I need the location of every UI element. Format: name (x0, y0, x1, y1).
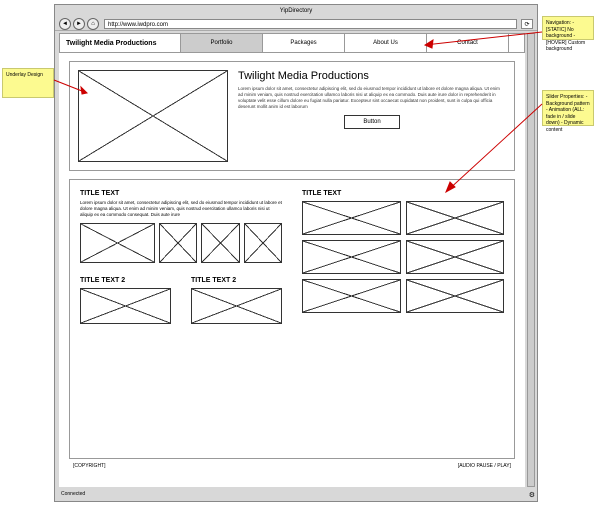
arrow-annotation (440, 100, 550, 200)
url-input[interactable]: http://www.iwdpro.com (104, 19, 517, 29)
arrow-annotation (420, 30, 550, 60)
section-title: TITLE TEXT (80, 190, 282, 197)
forward-icon[interactable]: ► (73, 18, 85, 30)
image-placeholder (302, 279, 401, 313)
image-placeholder (302, 201, 401, 235)
browser-window: YipDirectory ◄ ► ⌂ http://www.iwdpro.com… (54, 4, 538, 502)
window-title: YipDirectory (55, 5, 537, 17)
hero-title: Twilight Media Productions (238, 70, 506, 82)
image-placeholder (244, 223, 282, 263)
status-bar: Connected (59, 489, 533, 499)
left-column: TITLE TEXT Lorem ipsum dolor sit amet, c… (80, 190, 282, 448)
image-placeholder (159, 223, 197, 263)
browser-toolbar: ◄ ► ⌂ http://www.iwdpro.com ⟳ (55, 17, 537, 31)
content-area: TITLE TEXT Lorem ipsum dolor sit amet, c… (69, 179, 515, 459)
gear-icon[interactable]: ⚙ (529, 491, 535, 499)
image-placeholder (191, 288, 282, 324)
image-placeholder (302, 240, 401, 274)
section-title: TITLE TEXT 2 (191, 277, 282, 284)
back-icon[interactable]: ◄ (59, 18, 71, 30)
hero-image-placeholder (78, 70, 228, 162)
hero-button[interactable]: Button (344, 115, 399, 129)
nav-about[interactable]: About Us (344, 34, 426, 52)
image-placeholder (406, 279, 505, 313)
image-placeholder (406, 201, 505, 235)
status-text: Connected (61, 489, 85, 499)
home-icon[interactable]: ⌂ (87, 18, 99, 30)
copyright-text: [COPYRIGHT] (73, 463, 106, 469)
arrow-annotation (32, 68, 92, 98)
image-placeholder (80, 223, 155, 263)
nav-packages[interactable]: Packages (262, 34, 344, 52)
audio-control[interactable]: [AUDIO PAUSE / PLAY] (458, 463, 511, 469)
section-title: TITLE TEXT 2 (80, 277, 171, 284)
image-placeholder (406, 240, 505, 274)
site-footer: [COPYRIGHT] [AUDIO PAUSE / PLAY] (73, 463, 511, 469)
section-body: Lorem ipsum dolor sit amet, consectetur … (80, 200, 282, 218)
site-logo: Twilight Media Productions (60, 34, 180, 52)
reload-icon[interactable]: ⟳ (521, 19, 533, 29)
right-column: TITLE TEXT (302, 190, 504, 448)
nav-portfolio[interactable]: Portfolio (180, 34, 262, 52)
image-placeholder (201, 223, 239, 263)
image-placeholder (80, 288, 171, 324)
